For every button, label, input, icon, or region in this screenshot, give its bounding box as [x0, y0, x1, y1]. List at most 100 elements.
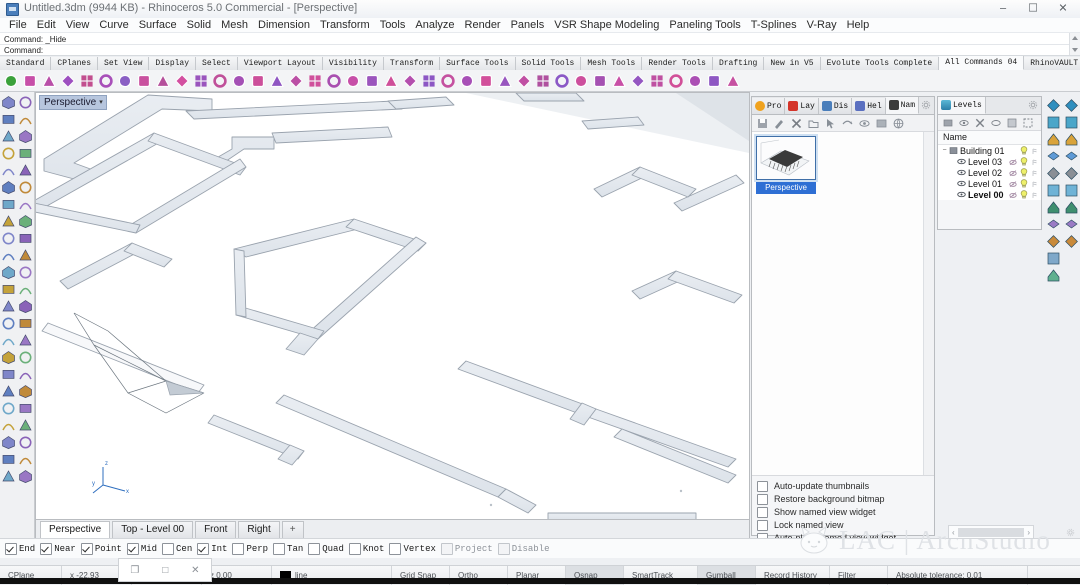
checkbox[interactable] — [126, 542, 139, 555]
level-row[interactable]: − Building 01 — [938, 145, 1041, 156]
solid-icon[interactable] — [1064, 166, 1079, 181]
column-icon[interactable] — [1046, 183, 1061, 198]
left-toolbar-icon-38[interactable] — [18, 401, 33, 416]
toolbar-tab-visibility[interactable]: Visibility — [322, 57, 384, 70]
checkbox[interactable] — [40, 542, 53, 555]
toolbar-tab-solid-tools[interactable]: Solid Tools — [515, 57, 582, 70]
checkbox[interactable] — [440, 542, 453, 555]
left-toolbar-icon-30[interactable] — [18, 333, 33, 348]
toolbar-tab-new-in-v5[interactable]: New in V5 — [764, 57, 821, 70]
toolbar-command-icon-14[interactable] — [250, 73, 266, 89]
left-toolbar-icon-36[interactable] — [18, 384, 33, 399]
properties-icon[interactable] — [1007, 118, 1017, 128]
checkbox[interactable] — [757, 480, 768, 492]
layer-extra-toggle-icon[interactable] — [1031, 191, 1039, 199]
lock-icon[interactable] — [1009, 191, 1017, 199]
osnap-mid[interactable]: Mid — [126, 542, 157, 555]
left-toolbar-icon-2[interactable] — [18, 95, 33, 110]
toolbar-command-icon-8[interactable] — [136, 73, 152, 89]
osnap-knot[interactable]: Knot — [348, 542, 384, 555]
roof-icon[interactable] — [1046, 217, 1061, 232]
window-icon[interactable] — [1046, 200, 1061, 215]
checkbox[interactable] — [232, 542, 245, 555]
toolbar-tab-viewport-layout[interactable]: Viewport Layout — [237, 57, 323, 70]
toolbar-command-icon-32[interactable] — [592, 73, 608, 89]
checkbox[interactable] — [197, 542, 210, 555]
menu-item-paneling-tools[interactable]: Paneling Tools — [664, 18, 745, 32]
left-toolbar-icon-35[interactable] — [1, 384, 16, 399]
toolbar-command-icon-7[interactable] — [117, 73, 133, 89]
toolbar-command-icon-35[interactable] — [649, 73, 665, 89]
menu-item-render[interactable]: Render — [460, 18, 506, 32]
menu-item-vsr-shape-modeling[interactable]: VSR Shape Modeling — [549, 18, 664, 32]
left-toolbar-icon-7[interactable] — [1, 146, 16, 161]
checkbox[interactable] — [162, 542, 175, 555]
menu-item-mesh[interactable]: Mesh — [216, 18, 253, 32]
toolbar-command-icon-34[interactable] — [630, 73, 646, 89]
osnap-vertex[interactable]: Vertex — [389, 542, 436, 555]
restore-icon[interactable]: ❐ — [130, 565, 139, 576]
left-toolbar-icon-10[interactable] — [18, 163, 33, 178]
toolbar-command-icon-26[interactable] — [478, 73, 494, 89]
gear-icon[interactable] — [921, 100, 931, 110]
panel-tab-lay[interactable]: Lay — [785, 98, 819, 114]
perspective-viewport[interactable]: Perspective ▾ z x y — [36, 93, 749, 519]
visibility-icon[interactable] — [959, 118, 969, 128]
osnap-point[interactable]: Point — [80, 542, 122, 555]
left-toolbar-icon-44[interactable] — [18, 452, 33, 467]
toolbar-command-icon-33[interactable] — [611, 73, 627, 89]
left-toolbar-icon-28[interactable] — [18, 316, 33, 331]
command-prompt[interactable]: Command: — [4, 46, 43, 56]
toolbar-command-icon-37[interactable] — [687, 73, 703, 89]
left-toolbar-icon-16[interactable] — [18, 214, 33, 229]
maximize-button[interactable]: ☐ — [1018, 0, 1048, 18]
toolbar-command-icon-22[interactable] — [402, 73, 418, 89]
menu-item-transform[interactable]: Transform — [315, 18, 375, 32]
toolbar-tab-rhinovault[interactable]: RhinoVAULT — [1024, 57, 1080, 70]
toolbar-tab-render-tools[interactable]: Render Tools — [642, 57, 713, 70]
osnap-project[interactable]: Project — [440, 542, 493, 555]
visibility-bulb-icon[interactable] — [1020, 179, 1028, 188]
panel-tab-hel[interactable]: Hel — [852, 98, 886, 114]
left-toolbar-icon-6[interactable] — [18, 129, 33, 144]
nav-right-arrow-icon[interactable]: › — [1027, 528, 1030, 537]
left-toolbar-icon-31[interactable] — [1, 350, 16, 365]
arrow-icon[interactable] — [1064, 217, 1079, 232]
menu-item-v-ray[interactable]: V-Ray — [802, 18, 842, 32]
menu-item-dimension[interactable]: Dimension — [253, 18, 315, 32]
toolbar-command-icon-12[interactable] — [212, 73, 228, 89]
named-view-nav-widget[interactable]: ‹ › — [948, 525, 1034, 539]
toolbar-command-icon-23[interactable] — [421, 73, 437, 89]
toolbar-tab-display[interactable]: Display — [149, 57, 197, 70]
toolbar-command-icon-5[interactable] — [79, 73, 95, 89]
move-icon[interactable] — [1046, 98, 1061, 113]
menu-item-surface[interactable]: Surface — [134, 18, 182, 32]
close-button[interactable]: ✕ — [1048, 0, 1078, 18]
toolbar-command-icon-20[interactable] — [364, 73, 380, 89]
toolbar-command-icon-38[interactable] — [706, 73, 722, 89]
toolbar-tab-standard[interactable]: Standard — [0, 57, 52, 70]
left-toolbar-icon-3[interactable] — [1, 112, 16, 127]
toolbar-tab-drafting[interactable]: Drafting — [712, 57, 765, 70]
paint-icon[interactable] — [1046, 149, 1061, 164]
panel-tab-nam[interactable]: Nam — [885, 97, 920, 114]
toolbar-command-icon-19[interactable] — [345, 73, 361, 89]
osnap-tan[interactable]: Tan — [273, 542, 303, 555]
toolbar-command-icon-17[interactable] — [307, 73, 323, 89]
left-toolbar-icon-8[interactable] — [18, 146, 33, 161]
delete-icon[interactable] — [791, 118, 802, 129]
expander-toggle-icon[interactable]: − — [940, 147, 949, 154]
left-toolbar-icon-27[interactable] — [1, 316, 16, 331]
osnap-perp[interactable]: Perp — [232, 542, 268, 555]
menu-item-solid[interactable]: Solid — [182, 18, 216, 32]
named-view-option[interactable]: Auto-update thumbnails — [757, 480, 934, 492]
grid-icon[interactable] — [1046, 132, 1061, 147]
edit-icon[interactable] — [774, 118, 785, 129]
eye-icon[interactable] — [859, 118, 870, 129]
menu-item-file[interactable]: File — [4, 18, 32, 32]
named-view-option[interactable]: Show named view widget — [757, 506, 934, 518]
scroll-down-icon[interactable] — [1072, 48, 1078, 52]
left-toolbar-icon-34[interactable] — [18, 367, 33, 382]
pick-icon[interactable] — [825, 118, 836, 129]
menu-item-view[interactable]: View — [61, 18, 95, 32]
